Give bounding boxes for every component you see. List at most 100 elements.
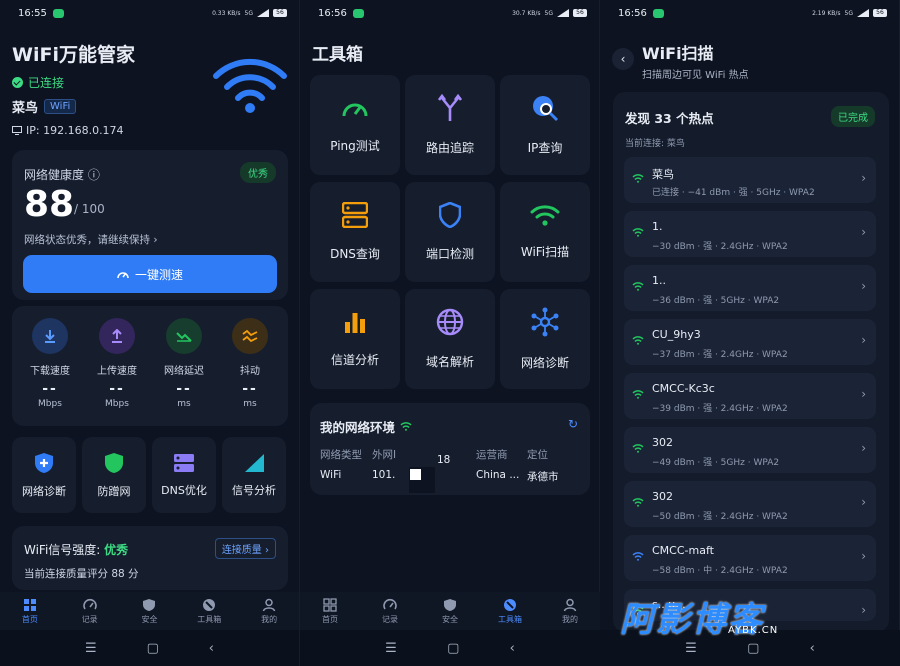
nav-history[interactable]: 记录 — [65, 598, 115, 625]
home-square-icon[interactable]: ▢ — [147, 641, 159, 656]
jitter-label: 抖动 — [240, 366, 260, 377]
back-button[interactable]: ‹ — [612, 48, 634, 70]
env-title: 我的网络环境 — [320, 417, 412, 436]
tool-label: 防蹭网 — [97, 484, 131, 498]
toolbox-icon — [203, 598, 216, 611]
wifi-network-detail: −37 dBm · 强 · 2.4GHz · WPA2 — [652, 350, 788, 360]
wifi-network-row[interactable]: CMCC-maft −58 dBm · 中 · 2.4GHz · WPA2 › — [624, 535, 876, 581]
tool-tile[interactable]: 端口检测 — [405, 182, 495, 282]
nav-profile[interactable]: 我的 — [545, 598, 595, 625]
tool-network-diagnosis[interactable]: 网络诊断 — [12, 437, 76, 513]
connection-quality-link[interactable]: 连接质量 › — [214, 538, 276, 559]
signal-card: WiFi信号强度: 优秀 连接质量 › 当前连接质量评分 88 分 — [12, 526, 288, 590]
nav-history[interactable]: 记录 — [365, 598, 415, 625]
watermark-logo: 阿影博客 AYBK.CN — [620, 592, 820, 642]
menu-icon[interactable]: ☰ — [385, 641, 397, 656]
home-screen: 16:55 0.33 KB/s 5G 56 WiFi万能管家 已连接 菜鸟 Wi… — [0, 0, 300, 666]
nav-toolbox[interactable]: 工具箱 — [184, 598, 234, 625]
speedtest-button[interactable]: 一键测速 — [23, 255, 277, 293]
tool-tile[interactable]: 路由追踪 — [405, 75, 495, 175]
gauge-icon — [341, 96, 369, 123]
tool-tile[interactable]: IP查询 — [500, 75, 590, 175]
wifi-network-detail: −30 dBm · 强 · 2.4GHz · WPA2 — [652, 242, 788, 252]
chevron-right-icon: › — [861, 333, 866, 347]
scan-done-badge: 已完成 — [831, 106, 875, 127]
speed-download: 下载速度 -- Mbps — [19, 318, 81, 409]
latency-unit: ms — [177, 399, 191, 409]
chevron-right-icon: › — [861, 495, 866, 509]
wifi-network-row[interactable]: 菜鸟 已连接 · −41 dBm · 强 · 5GHz · WPA2 › — [624, 157, 876, 203]
watermark-domain: AYBK.CN — [728, 625, 779, 636]
ssid-type-chip: WiFi — [44, 99, 77, 114]
battery-icon: 56 — [273, 9, 287, 17]
health-description[interactable]: 网络状态优秀，请继续保持 › — [24, 232, 158, 247]
upload-icon — [99, 318, 135, 354]
security-icon — [143, 598, 156, 611]
menu-icon[interactable]: ☰ — [85, 641, 97, 656]
tool-tile[interactable]: DNS查询 — [310, 182, 400, 282]
nav-label: 我的 — [261, 614, 278, 624]
page-title: WiFi扫描 — [642, 44, 714, 63]
tool-tile[interactable]: 信道分析 — [310, 289, 400, 389]
network-type: 5G — [544, 9, 553, 17]
wifi-network-row[interactable]: CMCC-Kc3c −39 dBm · 强 · 2.4GHz · WPA2 › — [624, 373, 876, 419]
speed-card: 下载速度 -- Mbps 上传速度 -- Mbps 网络延迟 -- ms 抖动 … — [12, 306, 288, 426]
connection-status-text: 已连接 — [28, 76, 65, 90]
speedtest-label: 一键测速 — [134, 267, 183, 282]
health-label: 网络健康度 ⓘ — [24, 168, 100, 182]
tool-signal-analysis[interactable]: 信号分析 — [222, 437, 286, 513]
upload-label: 上传速度 — [97, 366, 137, 377]
signal-strength: WiFi信号强度: 优秀 — [24, 543, 129, 557]
tool-anti-leech[interactable]: 防蹭网 — [82, 437, 146, 513]
health-card: 网络健康度 ⓘ 优秀 88 / 100 网络状态优秀，请继续保持 › 一键测速 — [12, 150, 288, 300]
jitter-icon — [232, 318, 268, 354]
wifi-signal-icon — [632, 174, 644, 183]
wifi-network-row[interactable]: 302 −50 dBm · 强 · 2.4GHz · WPA2 › — [624, 481, 876, 527]
nav-profile[interactable]: 我的 — [244, 598, 294, 625]
wifi-network-name: 302 — [652, 436, 673, 449]
nav-security[interactable]: 安全 — [124, 598, 174, 625]
wifi-network-row[interactable]: 302 −49 dBm · 强 · 5GHz · WPA2 › — [624, 427, 876, 473]
health-badge: 优秀 — [240, 162, 276, 183]
check-circle-icon — [12, 77, 23, 88]
tool-tile[interactable]: Ping测试 — [310, 75, 400, 175]
nav-label: 安全 — [442, 614, 458, 624]
history-icon — [82, 598, 97, 609]
wifi-network-row[interactable]: 1. −30 dBm · 强 · 2.4GHz · WPA2 › — [624, 211, 876, 257]
refresh-icon[interactable]: ↻ — [568, 417, 578, 431]
app-title: WiFi万能管家 — [12, 44, 135, 66]
network-type: 5G — [244, 9, 253, 17]
tool-tile[interactable]: 网络诊断 — [500, 289, 590, 389]
nav-home[interactable]: 首页 — [5, 598, 55, 625]
wifi-network-row[interactable]: CU_9hy3 −37 dBm · 强 · 2.4GHz · WPA2 › — [624, 319, 876, 365]
wifi-signal-icon — [632, 336, 644, 345]
back-icon[interactable]: ‹ — [510, 641, 515, 656]
nav-label: 我的 — [562, 614, 578, 624]
network-icon — [530, 307, 560, 340]
tool-label: 信号分析 — [232, 483, 276, 497]
latency-icon — [166, 318, 202, 354]
wifi-network-name: 1. — [652, 220, 663, 233]
menu-icon[interactable]: ☰ — [685, 641, 697, 656]
tool-tile[interactable]: 域名解析 — [405, 289, 495, 389]
back-icon[interactable]: ‹ — [209, 641, 214, 656]
back-icon[interactable]: ‹ — [810, 641, 815, 656]
tool-tile-label: DNS查询 — [330, 247, 380, 261]
chevron-right-icon: › — [861, 279, 866, 293]
nav-home[interactable]: 首页 — [305, 597, 355, 625]
home-square-icon[interactable]: ▢ — [747, 641, 759, 656]
status-speed: 30.7 KB/s — [512, 9, 541, 17]
wifi-network-row[interactable]: 1.. −36 dBm · 强 · 5GHz · WPA2 › — [624, 265, 876, 311]
nav-toolbox[interactable]: 工具箱 — [485, 598, 535, 625]
tool-dns-optimize[interactable]: DNS优化 — [152, 437, 216, 513]
nav-label: 记录 — [81, 614, 98, 624]
tool-tile[interactable]: WiFi扫描 — [500, 182, 590, 282]
env-public-ip-tail: 18 — [437, 454, 451, 466]
nav-security[interactable]: 安全 — [425, 598, 475, 625]
connection-status: 已连接 — [12, 74, 64, 91]
wifi-network-name: 302 — [652, 490, 673, 503]
shield-plus-icon — [35, 452, 53, 473]
wifi-network-detail: −36 dBm · 强 · 5GHz · WPA2 — [652, 296, 780, 306]
home-square-icon[interactable]: ▢ — [447, 641, 459, 656]
history-icon — [383, 598, 397, 609]
